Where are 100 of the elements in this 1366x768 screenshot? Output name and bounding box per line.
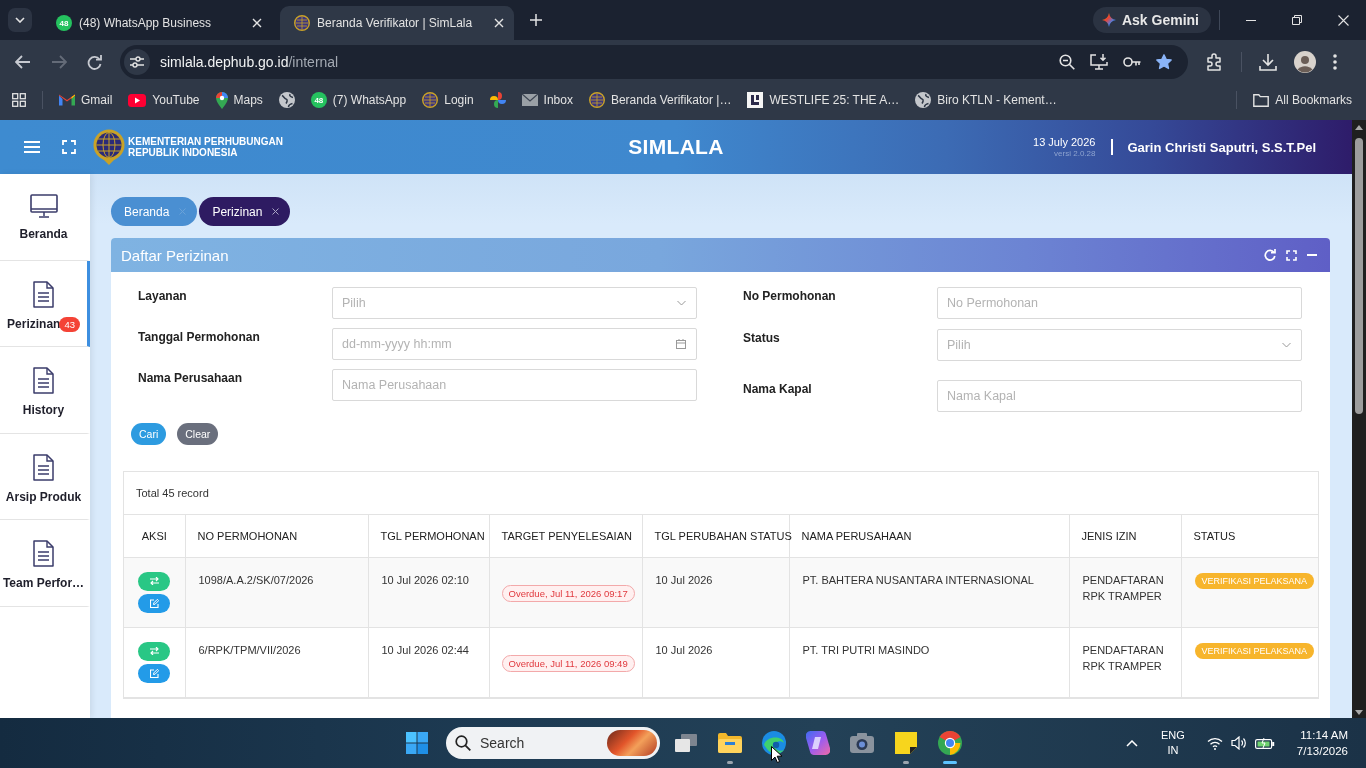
count-badge: 43 xyxy=(59,316,80,332)
bookmark-link[interactable]: Maps xyxy=(215,91,263,109)
user-name[interactable]: Garin Christi Saputri, S.S.T.Pel xyxy=(1127,139,1316,155)
envelope-icon xyxy=(521,94,538,106)
battery-icon[interactable] xyxy=(1254,737,1275,749)
more-menu-icon[interactable] xyxy=(1333,54,1337,70)
plus-icon[interactable] xyxy=(530,14,542,26)
status-badge: VERIFIKASI PELAKSANA xyxy=(1194,642,1315,659)
emblem-icon xyxy=(422,92,439,108)
document-icon xyxy=(33,280,54,308)
bookmark-link[interactable]: Biro KTLN - Kement… xyxy=(915,92,1057,108)
volume-icon[interactable] xyxy=(1230,736,1247,750)
bookmark-link[interactable]: WESTLIFE 25: THE A… xyxy=(747,92,900,108)
swap-arrows-icon xyxy=(149,647,159,655)
ask-gemini-button[interactable]: Ask Gemini xyxy=(1092,7,1211,33)
table-cell: PT. BAHTERA NUSANTARA INTERNASIONAL xyxy=(789,557,1069,627)
table-cell: 6/RPK/TPM/VII/2026 xyxy=(185,627,368,697)
bookmark-link[interactable]: Login xyxy=(422,92,474,108)
site-settings-icon[interactable] xyxy=(124,49,150,75)
reload-icon[interactable] xyxy=(87,54,102,70)
mouse-pointer-icon xyxy=(771,746,782,763)
field-label: Tanggal Permohonan xyxy=(138,329,261,346)
task-view-icon[interactable] xyxy=(675,734,697,752)
tab-search-button[interactable] xyxy=(8,8,32,32)
table-cell: 10 Jul 2026 02:44 xyxy=(368,627,489,697)
select-field[interactable]: Pilih xyxy=(937,329,1302,361)
close-icon[interactable] xyxy=(272,208,280,215)
scroll-up-icon[interactable] xyxy=(1355,125,1363,130)
round-browser-icon[interactable] xyxy=(938,731,962,755)
bookmark-link[interactable]: 48 (7) WhatsApp xyxy=(310,92,407,108)
document-icon xyxy=(33,453,54,481)
text-field[interactable]: Nama Kapal xyxy=(937,380,1302,412)
bookmark-link[interactable]: Beranda Verifikator |… xyxy=(588,92,732,108)
windows-logo-icon[interactable] xyxy=(406,732,428,754)
table-cell: 1098/A.A.2/SK/07/2026 xyxy=(185,557,368,627)
calendar-icon xyxy=(676,339,686,349)
language-indicator[interactable]: ENG IN xyxy=(1161,728,1185,758)
all-bookmarks-button[interactable]: All Bookmarks xyxy=(1253,93,1352,107)
edit-button[interactable] xyxy=(138,663,171,683)
version-text: versi 2.0.28 xyxy=(1054,148,1096,159)
install-app-icon[interactable] xyxy=(1090,54,1108,70)
scrollbar-thumb[interactable] xyxy=(1355,138,1363,414)
column-header: AKSI xyxy=(124,515,185,557)
emblem-icon xyxy=(294,15,310,31)
edit-button[interactable] xyxy=(138,593,171,613)
table-cell: 10 Jul 2026 xyxy=(642,627,789,697)
fullscreen-icon[interactable] xyxy=(62,140,76,154)
pinwheel-icon[interactable] xyxy=(489,92,506,108)
apps-grid-icon[interactable] xyxy=(12,93,26,107)
search-icon xyxy=(455,735,471,751)
address-bar[interactable]: simlala.dephub.go.id/internal xyxy=(120,45,1188,79)
scrollbar[interactable] xyxy=(1352,120,1366,718)
edit-icon xyxy=(149,668,159,678)
clock[interactable]: 11:14 AM 7/13/2026 xyxy=(1296,727,1348,759)
table-cell: 10 Jul 2026 xyxy=(642,557,789,627)
camera-icon[interactable] xyxy=(850,733,874,753)
puzzle-icon[interactable] xyxy=(1206,53,1224,71)
menu-icon[interactable] xyxy=(24,141,40,153)
minimize-icon[interactable] xyxy=(1246,19,1256,21)
browser-tab[interactable]: 48 (48) WhatsApp Business xyxy=(38,6,272,40)
bookmark-link[interactable]: YouTube xyxy=(128,93,200,107)
restore-icon[interactable] xyxy=(1292,15,1302,25)
text-field[interactable]: No Permohonan xyxy=(937,287,1302,319)
expand-icon[interactable] xyxy=(1286,249,1297,261)
arrow-left-icon[interactable] xyxy=(15,55,31,69)
table-cell: PT. TRI PUTRI MASINDO xyxy=(789,627,1069,697)
column-header: TARGET PENYELESAIAN xyxy=(489,515,642,557)
wifi-icon[interactable] xyxy=(1206,736,1223,750)
browser-tab[interactable]: Beranda Verifikator | SimLala xyxy=(280,6,514,40)
download-icon[interactable] xyxy=(1259,53,1277,71)
key-icon[interactable] xyxy=(1123,57,1141,67)
folder-icon[interactable] xyxy=(718,733,742,753)
bookmark-link[interactable]: Inbox xyxy=(521,93,573,107)
sticky-note-icon[interactable] xyxy=(895,732,917,754)
chevron-up-icon[interactable] xyxy=(1126,739,1138,747)
chevron-down-icon xyxy=(15,17,25,23)
app-title: SIMLALA xyxy=(628,135,724,159)
page-tab[interactable]: Perizinan xyxy=(199,197,291,226)
star-icon[interactable] xyxy=(1156,54,1172,70)
zoom-out-icon[interactable] xyxy=(1059,54,1075,70)
globe-icon xyxy=(915,92,932,108)
scroll-down-icon[interactable] xyxy=(1355,710,1363,715)
map-pin-icon xyxy=(215,91,228,109)
select-field[interactable]: Pilih xyxy=(332,287,697,319)
date-field[interactable]: dd-mm-yyyy hh:mm xyxy=(332,328,697,360)
text-field[interactable]: Nama Perusahaan xyxy=(332,369,697,401)
column-header: STATUS xyxy=(1181,515,1318,557)
bookmark-link[interactable]: Gmail xyxy=(59,93,113,107)
sparkle-icon xyxy=(1101,13,1116,27)
mail-m-icon xyxy=(59,94,75,106)
overdue-badge: Overdue, Jul 11, 2026 09:17 xyxy=(501,584,635,602)
field-label: Nama Kapal xyxy=(743,381,813,398)
globe-icon[interactable] xyxy=(278,92,295,108)
refresh-icon[interactable] xyxy=(1264,249,1276,261)
column-header: NO PERMOHONAN xyxy=(185,515,368,557)
emblem-icon xyxy=(588,92,605,108)
swirl-icon[interactable] xyxy=(806,731,830,755)
avatar-icon[interactable] xyxy=(1294,51,1316,73)
play-icon xyxy=(128,93,147,107)
clear-button[interactable]: Clear xyxy=(177,423,219,445)
